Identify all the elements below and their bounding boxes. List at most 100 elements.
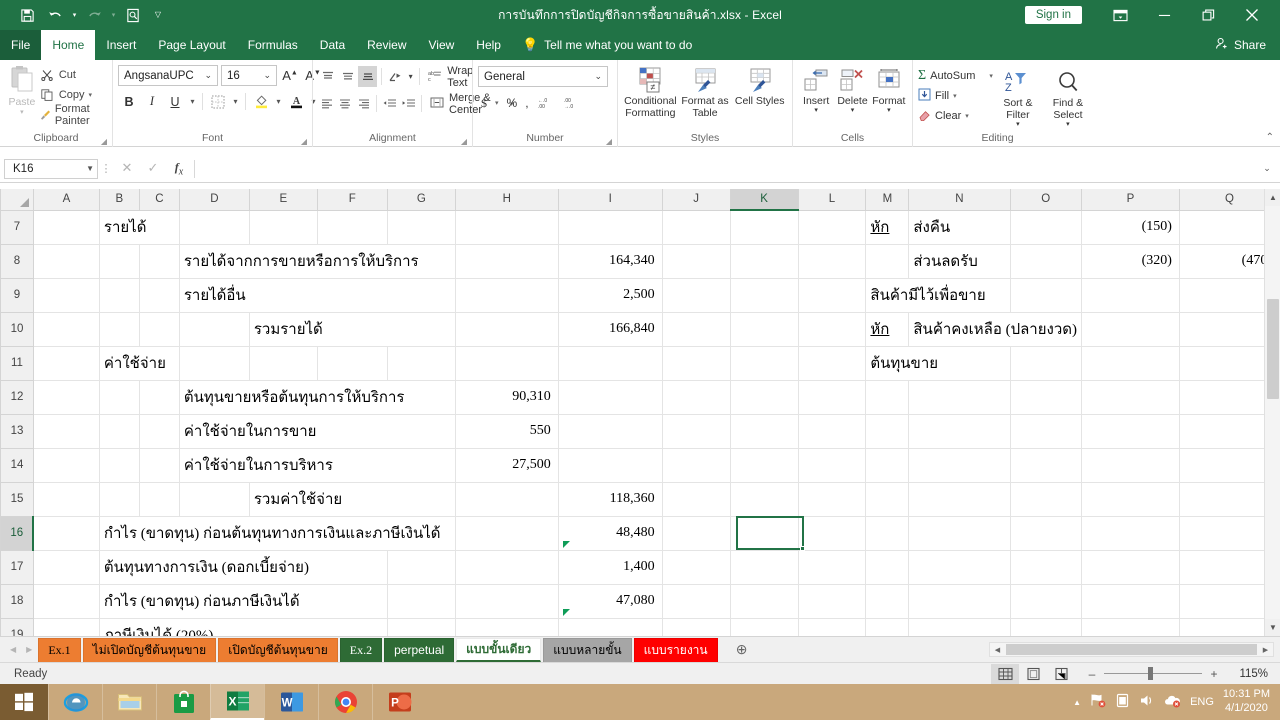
sheet-tab-single-step[interactable]: แบบขั้นเดียว (456, 637, 542, 662)
cell-J15[interactable] (661, 481, 731, 517)
cell-G17[interactable] (386, 549, 456, 585)
tab-page-layout[interactable]: Page Layout (147, 30, 236, 60)
cell-M7[interactable]: หัก (865, 209, 910, 245)
powerpoint-icon[interactable]: P (372, 684, 426, 720)
cell-C14[interactable] (138, 447, 180, 483)
conditional-formatting-button[interactable]: ≠ Conditional Formatting (623, 63, 678, 119)
cell-A13[interactable] (32, 413, 100, 449)
vertical-scroll-thumb[interactable] (1267, 299, 1279, 399)
row-header-14[interactable]: 14 (0, 447, 34, 483)
column-header-N[interactable]: N (908, 189, 1011, 211)
format-dropdown-icon[interactable]: ▾ (887, 107, 891, 115)
column-header-H[interactable]: H (454, 189, 559, 211)
copy-button[interactable]: Copy ▾ (39, 86, 107, 104)
insert-function-icon[interactable]: fx (166, 160, 192, 177)
cell-J11[interactable] (661, 345, 731, 381)
cell-M15[interactable] (865, 481, 910, 517)
cell-D14[interactable]: ค่าใช้จ่ายในการบริหาร (178, 447, 456, 483)
language-indicator[interactable]: ENG (1190, 696, 1214, 708)
cell-A18[interactable] (32, 583, 100, 619)
cell-I13[interactable] (557, 413, 663, 449)
cell-K17[interactable] (729, 549, 799, 585)
cell-I9[interactable]: 2,500 (557, 277, 663, 313)
column-header-G[interactable]: G (386, 189, 456, 211)
tab-home[interactable]: Home (41, 30, 96, 60)
cell-N15[interactable] (908, 481, 1011, 517)
cell-M13[interactable] (865, 413, 910, 449)
add-sheet-icon[interactable]: ⊕ (732, 641, 752, 658)
cell-H9[interactable] (454, 277, 559, 313)
cell-J7[interactable] (661, 209, 731, 245)
minimize-icon[interactable] (1142, 0, 1186, 30)
network-icon[interactable] (1090, 693, 1106, 711)
cell-K15[interactable] (729, 481, 799, 517)
cell-B16[interactable]: กำไร (ขาดทุน) ก่อนต้นทุนทางการเงินและภาษ… (98, 515, 456, 551)
column-header-J[interactable]: J (661, 189, 731, 211)
sheet-tab-ex1[interactable]: Ex.1 (38, 637, 81, 662)
column-header-M[interactable]: M (865, 189, 910, 211)
cell-P13[interactable] (1081, 413, 1180, 449)
tab-file[interactable]: File (0, 30, 42, 60)
select-all-corner[interactable] (0, 189, 34, 211)
row-header-8[interactable]: 8 (0, 243, 34, 279)
align-top-button[interactable] (318, 66, 337, 87)
row-header-17[interactable]: 17 (0, 549, 34, 585)
underline-dropdown-icon[interactable]: ▾ (187, 91, 198, 112)
zoom-percent-label[interactable]: 115% (1226, 668, 1268, 680)
cell-M14[interactable] (865, 447, 910, 483)
fill-dropdown-icon[interactable]: ▾ (953, 92, 957, 100)
cell-I11[interactable] (557, 345, 663, 381)
cell-D10[interactable] (178, 311, 250, 347)
formula-input[interactable] (197, 158, 1258, 179)
cell-I7[interactable] (557, 209, 663, 245)
cell-O13[interactable] (1009, 413, 1082, 449)
number-format-combo[interactable]: General ⌄ (478, 66, 608, 87)
cell-N8[interactable]: ส่วนลดรับ (908, 243, 1011, 279)
clipboard-dialog-launcher[interactable]: ◢ (101, 137, 107, 146)
cell-B9[interactable] (98, 277, 140, 313)
cell-A11[interactable] (32, 345, 100, 381)
volume-icon[interactable] (1139, 693, 1155, 711)
tab-review[interactable]: Review (356, 30, 417, 60)
redo-dropdown-icon[interactable]: ▾ (109, 3, 118, 27)
page-layout-view-icon[interactable] (1019, 664, 1047, 684)
cell-D7[interactable] (178, 209, 250, 245)
row-header-16[interactable]: 16 (0, 515, 35, 551)
file-explorer-icon[interactable] (102, 684, 156, 720)
cell-D9[interactable]: รายได้อื่น (178, 277, 456, 313)
cell-O15[interactable] (1009, 481, 1082, 517)
cell-O12[interactable] (1009, 379, 1082, 415)
cell-P9[interactable] (1081, 277, 1180, 313)
cell-E11[interactable] (248, 345, 318, 381)
cell-O17[interactable] (1009, 549, 1082, 585)
cell-P7[interactable]: (150) (1081, 209, 1180, 245)
cell-J13[interactable] (661, 413, 731, 449)
orientation-dropdown-icon[interactable]: ▾ (406, 66, 416, 87)
zoom-control[interactable]: – + 115% (1087, 667, 1268, 681)
cell-O19[interactable] (1009, 617, 1082, 636)
cell-J18[interactable] (661, 583, 731, 619)
column-header-F[interactable]: F (316, 189, 388, 211)
cell-M10[interactable]: หัก (865, 311, 910, 347)
cell-C10[interactable] (138, 311, 180, 347)
cell-B17[interactable]: ต้นทุนทางการเงิน (ดอกเบี้ยจ่าย) (98, 549, 388, 585)
vertical-scrollbar[interactable]: ▲ ▼ (1264, 189, 1280, 636)
find-select-dropdown-icon[interactable]: ▾ (1066, 121, 1070, 129)
cell-L18[interactable] (797, 583, 867, 619)
cell-B15[interactable] (98, 481, 140, 517)
cell-K8[interactable] (729, 243, 799, 279)
cell-F7[interactable] (316, 209, 388, 245)
zoom-slider[interactable] (1104, 667, 1202, 680)
decrease-indent-button[interactable] (381, 93, 398, 114)
save-icon[interactable] (14, 3, 40, 27)
scroll-right-icon[interactable]: ▶ (1258, 646, 1273, 654)
delete-cells-button[interactable]: Delete ▾ (834, 63, 870, 115)
cell-L14[interactable] (797, 447, 867, 483)
previous-sheet-icon[interactable]: ◀ (10, 645, 16, 654)
horizontal-scroll-thumb[interactable] (1006, 644, 1257, 655)
sheet-nav-arrows[interactable]: ◀ ▶ (0, 645, 38, 654)
cell-J12[interactable] (661, 379, 731, 415)
cell-P10[interactable] (1081, 311, 1180, 347)
cut-button[interactable]: Cut (39, 66, 107, 84)
cell-M12[interactable] (865, 379, 910, 415)
